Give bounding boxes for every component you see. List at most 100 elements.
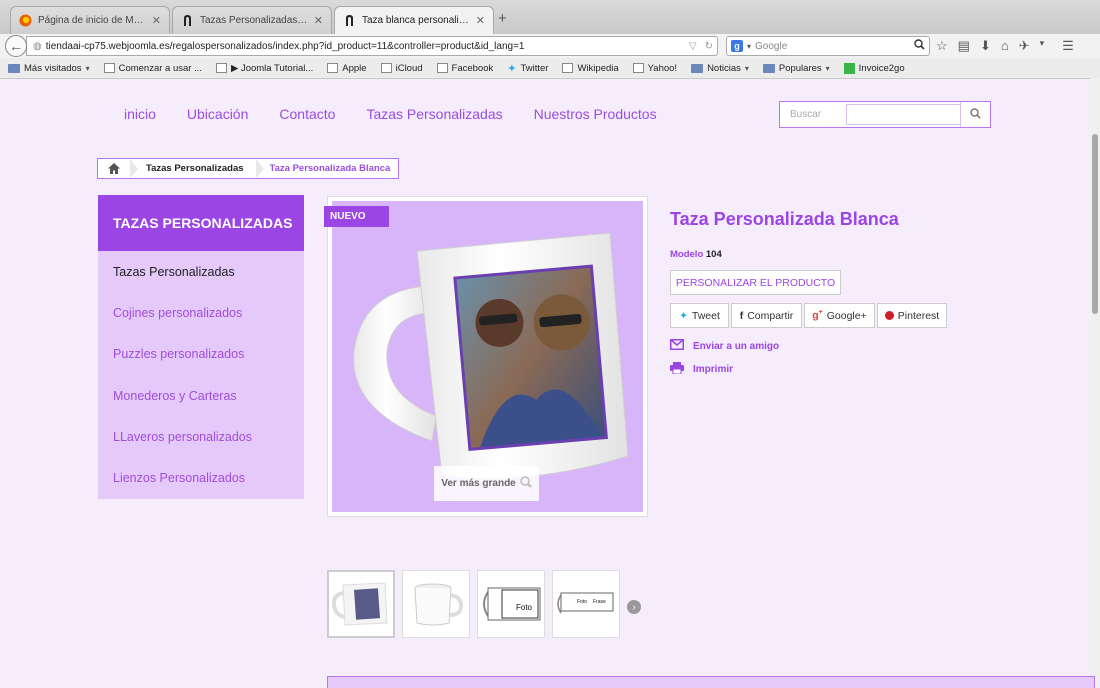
nav-inicio[interactable]: inicio [124, 106, 156, 122]
new-tab-button[interactable]: + [498, 10, 507, 27]
bookmark-label: Yahoo! [647, 62, 678, 74]
bookmark-mas-visitados[interactable]: Más visitados ▾ [8, 63, 90, 74]
bookmark-wikipedia[interactable]: Wikipedia [562, 63, 619, 74]
home-icon[interactable] [98, 159, 130, 178]
folder-icon [8, 63, 20, 73]
sidebar-item-cojines[interactable]: Cojines personalizados [98, 292, 304, 333]
nav-nuestros-productos[interactable]: Nuestros Productos [534, 106, 657, 122]
chevron-down-icon[interactable]: ▾ [1040, 38, 1045, 54]
scrollbar-thumb[interactable] [1092, 134, 1098, 314]
bookmark-label: Noticias [707, 62, 741, 74]
search-input[interactable] [846, 104, 961, 125]
print-link[interactable]: Imprimir [670, 362, 733, 377]
bookmark-yahoo[interactable]: Yahoo! [632, 62, 678, 74]
page-icon [380, 63, 392, 73]
page-icon [103, 63, 115, 73]
back-arrow-icon: ← [9, 38, 23, 54]
twitter-bird-icon: ✦ [679, 309, 688, 322]
printer-icon [670, 362, 684, 377]
new-badge: NUEVO [324, 206, 389, 227]
bookmark-joomla-tutorial[interactable]: ▶ Joomla Tutorial... [216, 63, 313, 74]
search-icon[interactable] [914, 39, 925, 53]
sidebar-item-tazas[interactable]: Tazas Personalizadas [98, 251, 304, 292]
breadcrumb-current: Taza Personalizada Blanca [269, 163, 391, 174]
breadcrumb-separator [130, 159, 138, 178]
extension-icon[interactable]: ✈ [1019, 38, 1030, 54]
mug-photo-thumbnail [331, 582, 388, 626]
browser-tab-bar: Página de inicio de Mozill... ✕ Tazas Pe… [0, 0, 1100, 35]
bookmark-comenzar[interactable]: Comenzar a usar ... [103, 63, 202, 74]
zoom-button[interactable]: Ver más grande [434, 466, 539, 501]
google-plus-button[interactable]: g+ Google+ [804, 303, 875, 328]
page-scrollbar[interactable] [1090, 78, 1100, 688]
bookmark-facebook[interactable]: Facebook [436, 63, 493, 74]
reading-list-icon[interactable]: ▤ [958, 38, 970, 54]
send-friend-label: Enviar a un amigo [693, 340, 780, 352]
browser-nav-bar: ◍ tiendaai-cp75.webjoomla.es/regalospers… [0, 34, 1100, 58]
sidebar-item-lienzos[interactable]: Lienzos Personalizados [98, 457, 304, 498]
tab-taza-blanca[interactable]: Taza blanca personalizad... ✕ [334, 6, 494, 34]
bookmark-label: Más visitados [24, 62, 82, 74]
sidebar-item-llaveros[interactable]: LLaveros personalizados [98, 416, 304, 457]
pinterest-icon [884, 311, 894, 320]
page-icon [436, 63, 448, 73]
close-icon[interactable]: ✕ [314, 14, 323, 27]
bookmark-noticias[interactable]: Noticias ▾ [691, 63, 749, 74]
nav-ubicacion[interactable]: Ubicación [187, 106, 248, 122]
bookmark-populares[interactable]: Populares ▾ [762, 62, 830, 74]
frase-label: Frase [593, 599, 606, 605]
send-to-friend-link[interactable]: Enviar a un amigo [670, 339, 779, 353]
reload-icon[interactable]: ↻ [705, 41, 717, 52]
close-icon[interactable]: ✕ [476, 14, 485, 27]
joomla-icon [343, 14, 356, 27]
nav-tazas-personalizadas[interactable]: Tazas Personalizadas [366, 106, 502, 122]
facebook-share-button[interactable]: f Compartir [731, 303, 802, 328]
bookmark-apple[interactable]: Apple [327, 62, 367, 74]
star-icon[interactable]: ☆ [936, 38, 948, 54]
bookmark-label: Twitter [520, 62, 549, 74]
bookmark-twitter[interactable]: ✦ Twitter [507, 62, 548, 75]
download-icon[interactable]: ⬇ [980, 38, 991, 54]
back-button[interactable]: ← [5, 35, 27, 57]
google-icon: g [731, 40, 743, 52]
tab-tazas-personalizadas[interactable]: Tazas Personalizadas | Co... ✕ [172, 6, 332, 34]
url-bar[interactable]: ◍ tiendaai-cp75.webjoomla.es/regalospers… [26, 36, 718, 56]
bookmark-label: Invoice2go [858, 62, 905, 74]
menu-icon[interactable]: ☰ [1062, 38, 1074, 54]
sidebar-item-monederos[interactable]: Monederos y Carteras [98, 375, 304, 416]
browser-search-bar[interactable]: g ▾ Google [726, 36, 930, 56]
bookmark-label: Apple [342, 62, 367, 74]
bottom-panel [327, 676, 1095, 688]
tab-label: Tazas Personalizadas | Co... [200, 15, 308, 26]
thumbnail-2[interactable] [402, 570, 470, 638]
search-button[interactable] [960, 102, 990, 127]
nav-contacto[interactable]: Contacto [279, 106, 335, 122]
thumbnail-4[interactable]: Foto Frase [552, 570, 620, 638]
search-placeholder: Google [755, 40, 788, 52]
search-label: Buscar [790, 109, 822, 120]
twitter-bird-icon: ✦ [507, 62, 517, 75]
zoom-label: Ver más grande [441, 478, 516, 489]
chevron-down-icon: ▾ [85, 63, 90, 73]
thumbnail-3[interactable]: Foto [477, 570, 545, 638]
personalize-button[interactable]: PERSONALIZAR EL PRODUCTO [670, 270, 841, 295]
facebook-label: Compartir [747, 309, 794, 322]
chevron-right-icon[interactable]: › [627, 600, 641, 614]
tab-mozilla-home[interactable]: Página de inicio de Mozill... ✕ [10, 6, 170, 34]
bookmark-invoice2go[interactable]: Invoice2go [843, 62, 905, 74]
white-mug-thumbnail [414, 583, 464, 626]
bookmark-icloud[interactable]: iCloud [380, 63, 423, 74]
product-model: Modelo 104 [670, 249, 722, 260]
sidebar-item-puzzles[interactable]: Puzzles personalizados [98, 334, 304, 375]
product-title: Taza Personalizada Blanca [670, 209, 899, 229]
tweet-button[interactable]: ✦ Tweet [670, 303, 729, 328]
close-icon[interactable]: ✕ [152, 14, 161, 27]
pinterest-button[interactable]: Pinterest [877, 303, 947, 328]
dropdown-icon[interactable]: ▾ [747, 42, 751, 51]
bookmark-label: Populares [778, 62, 822, 74]
breadcrumb: Tazas Personalizadas Taza Personalizada … [97, 158, 400, 179]
breadcrumb-category[interactable]: Tazas Personalizadas [138, 163, 256, 174]
home-icon[interactable]: ⌂ [1001, 38, 1009, 54]
dropdown-icon[interactable]: ▽ [689, 41, 701, 52]
thumbnail-1[interactable] [327, 570, 395, 638]
